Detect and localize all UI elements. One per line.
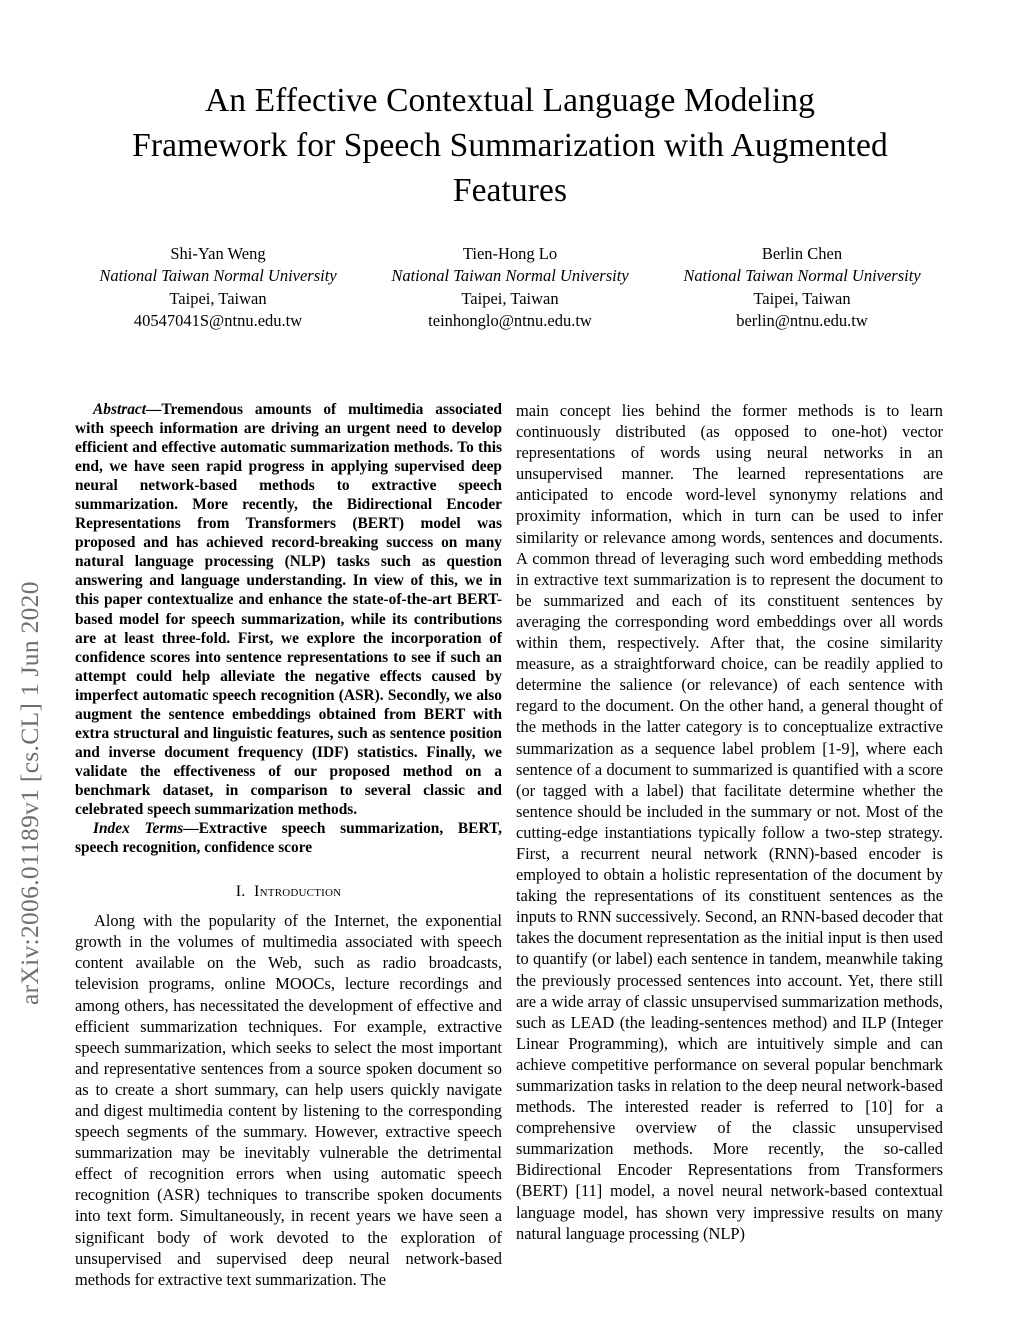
author-email[interactable]: berlin@ntnu.edu.tw bbox=[656, 310, 948, 332]
intro-paragraph-right: main concept lies behind the former meth… bbox=[516, 401, 943, 1243]
author-location: Taipei, Taiwan bbox=[169, 288, 267, 308]
section-heading-space bbox=[246, 882, 255, 900]
column-left: Abstract—Tremendous amounts of multimedi… bbox=[75, 400, 502, 1290]
author-affiliation: National Taiwan Normal University bbox=[391, 266, 629, 286]
section-title: Introduction bbox=[254, 882, 342, 901]
body-columns: Abstract—Tremendous amounts of multimedi… bbox=[75, 400, 943, 1289]
intro-paragraph-left: Along with the popularity of the Interne… bbox=[75, 911, 502, 1289]
author-block-1: Shi-Yan Weng National Taiwan Normal Univ… bbox=[72, 243, 364, 332]
author-affiliation: National Taiwan Normal University bbox=[99, 266, 337, 286]
author-list: Shi-Yan Weng National Taiwan Normal Univ… bbox=[72, 243, 948, 332]
author-location: Taipei, Taiwan bbox=[461, 288, 559, 308]
abstract-label: Abstract bbox=[93, 401, 147, 418]
abstract-text: Tremendous amounts of multimedia associa… bbox=[75, 401, 502, 818]
index-terms-dash: — bbox=[183, 820, 199, 838]
author-affiliation: National Taiwan Normal University bbox=[683, 266, 921, 286]
author-location: Taipei, Taiwan bbox=[753, 288, 851, 308]
index-terms-paragraph: Index Terms—Extractive speech summarizat… bbox=[75, 819, 502, 857]
abstract-paragraph: Abstract—Tremendous amounts of multimedi… bbox=[75, 400, 502, 819]
author-name: Berlin Chen bbox=[761, 244, 843, 263]
author-email[interactable]: 40547041S@ntnu.edu.tw bbox=[72, 310, 364, 332]
author-name: Shi-Yan Weng bbox=[170, 244, 266, 263]
section-heading-introduction: I. Introduction bbox=[75, 882, 502, 901]
abstract-dash: — bbox=[146, 401, 162, 418]
column-right: main concept lies behind the former meth… bbox=[516, 400, 943, 1244]
author-email[interactable]: teinhonglo@ntnu.edu.tw bbox=[364, 310, 656, 332]
author-block-3: Berlin Chen National Taiwan Normal Unive… bbox=[656, 243, 948, 332]
arxiv-stamp: arXiv:2006.01189v1 [cs.CL] 1 Jun 2020 bbox=[0, 0, 60, 1320]
section-numeral: I. bbox=[235, 882, 246, 901]
title-block: An Effective Contextual Language Modelin… bbox=[128, 78, 892, 213]
index-terms-label: Index Terms bbox=[93, 820, 184, 838]
page-title: An Effective Contextual Language Modelin… bbox=[132, 82, 888, 209]
author-name: Tien-Hong Lo bbox=[462, 244, 558, 263]
author-block-2: Tien-Hong Lo National Taiwan Normal Univ… bbox=[364, 243, 656, 332]
arxiv-stamp-text: arXiv:2006.01189v1 [cs.CL] 1 Jun 2020 bbox=[15, 581, 44, 1005]
paper-page: arXiv:2006.01189v1 [cs.CL] 1 Jun 2020 An… bbox=[0, 0, 1020, 1320]
